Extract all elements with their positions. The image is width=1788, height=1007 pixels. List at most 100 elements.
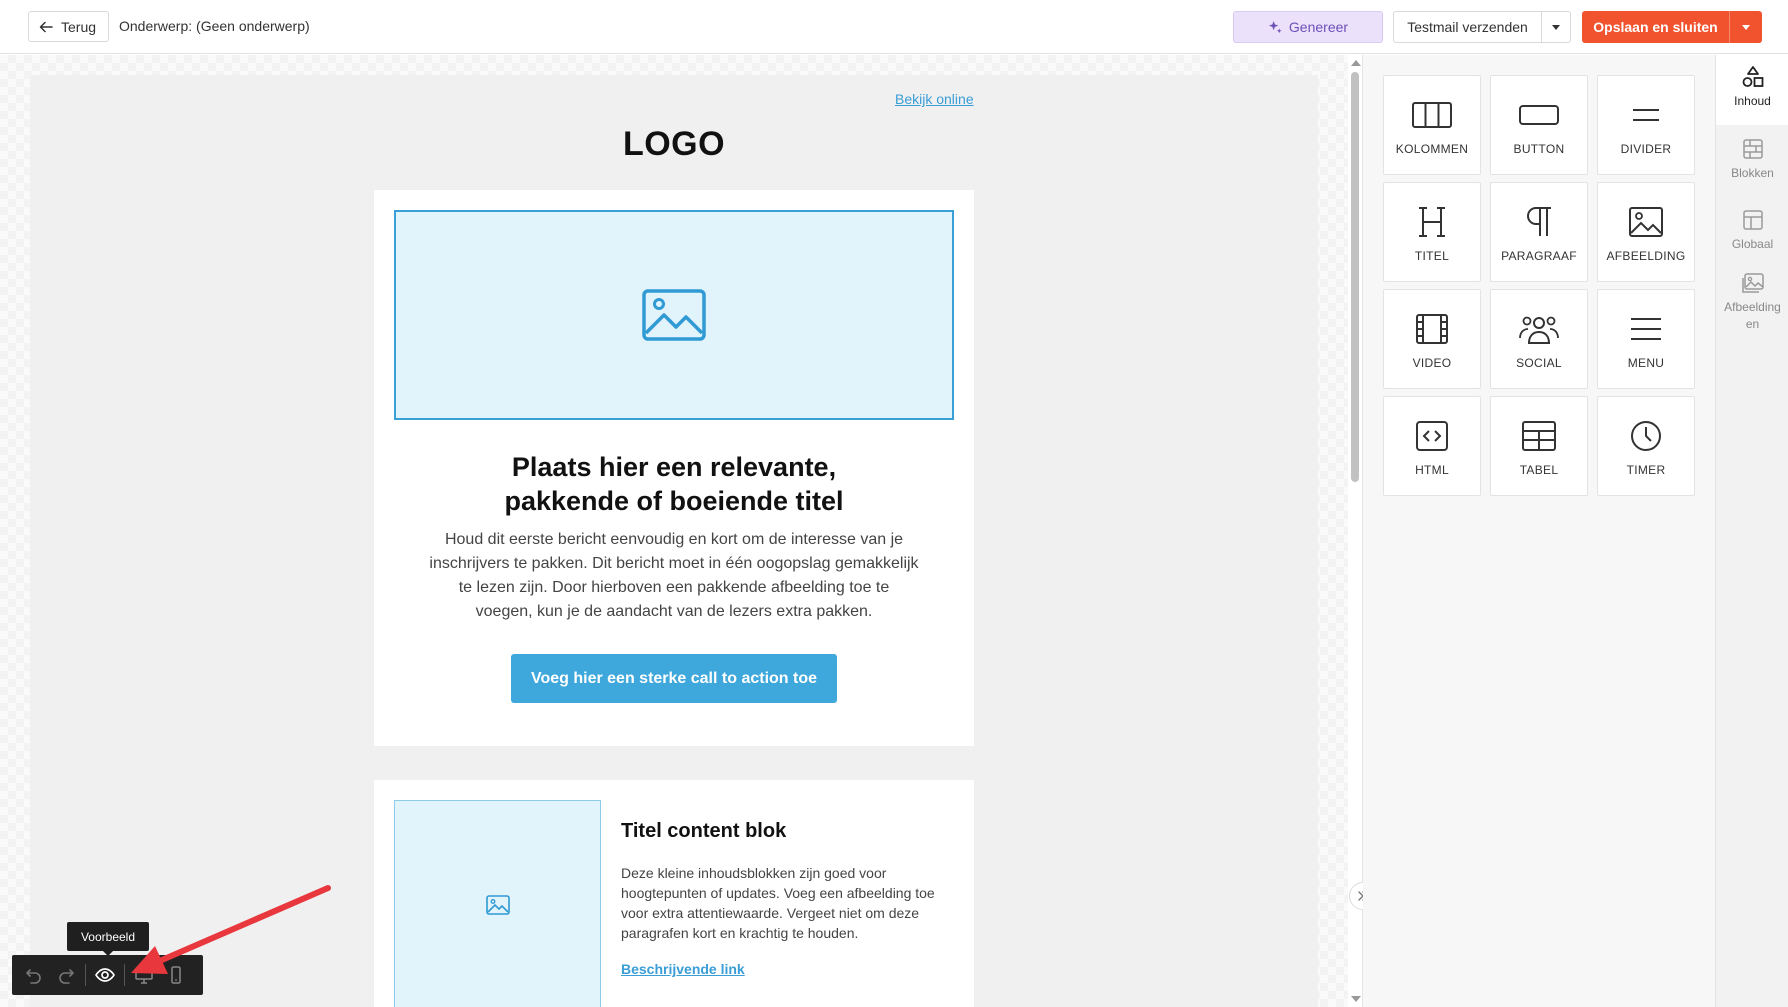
hero-title-line-2: pakkende of boeiende titel [504, 486, 844, 516]
tile-label: TIMER [1626, 463, 1666, 477]
content-panel: KOLOMMEN BUTTON DIVIDER TITEL PARAGRAAF … [1363, 55, 1715, 1007]
video-icon [1416, 314, 1448, 344]
desktop-view-button[interactable] [128, 955, 160, 995]
tile-label: MENU [1627, 356, 1665, 370]
tile-timer[interactable]: TIMER [1597, 396, 1695, 496]
tile-menu[interactable]: MENU [1597, 289, 1695, 389]
clock-icon [1631, 421, 1661, 451]
scrollbar-thumb[interactable] [1351, 72, 1359, 482]
editor-canvas: Bekijk online LOGO Plaats hier een relev… [0, 55, 1348, 1007]
content-block-title[interactable]: Titel content blok [621, 820, 786, 843]
menu-icon [1631, 318, 1661, 340]
rail-label: Globaal [1731, 237, 1774, 251]
bricks-icon [1742, 139, 1763, 159]
tile-button[interactable]: BUTTON [1490, 75, 1588, 175]
descriptive-link[interactable]: Beschrijvende link [621, 961, 745, 977]
image-icon [642, 289, 706, 341]
mobile-view-button[interactable] [160, 955, 192, 995]
bottom-toolbar [12, 955, 203, 995]
heading-icon [1419, 207, 1445, 237]
tile-label: VIDEO [1412, 356, 1452, 370]
test-mail-button-group: Testmail verzenden [1393, 11, 1571, 43]
content-block[interactable]: Titel content blok Deze kleine inhoudsbl… [374, 780, 974, 1007]
undo-button[interactable] [18, 955, 50, 995]
content-image-placeholder[interactable] [394, 800, 601, 1007]
rail-label: Afbeelding en [1724, 300, 1781, 331]
hero-paragraph[interactable]: Houd dit eerste bericht eenvoudig en kor… [429, 528, 919, 624]
image-icon [485, 895, 510, 915]
tile-paragraph[interactable]: PARAGRAAF [1490, 182, 1588, 282]
eye-icon [95, 968, 115, 982]
save-dropdown[interactable] [1730, 11, 1762, 43]
rail-item-globaal[interactable]: Globaal [1716, 208, 1788, 268]
email-logo[interactable]: LOGO [374, 125, 974, 164]
top-bar: Terug Onderwerp: (Geen onderwerp) Genere… [0, 0, 1788, 54]
desktop-icon [135, 967, 153, 984]
generate-button[interactable]: Genereer [1233, 11, 1383, 43]
redo-icon [59, 969, 74, 984]
divider-icon [1633, 109, 1659, 121]
mobile-icon [171, 966, 181, 984]
code-icon [1416, 421, 1448, 451]
tile-title[interactable]: TITEL [1383, 182, 1481, 282]
content-block-paragraph[interactable]: Deze kleine inhoudsblokken zijn goed voo… [621, 863, 941, 943]
tile-label: TITEL [1414, 249, 1450, 263]
columns-icon [1412, 102, 1452, 128]
scroll-down-arrow[interactable] [1351, 996, 1361, 1002]
subject-label[interactable]: Onderwerp: (Geen onderwerp) [119, 18, 310, 34]
social-icon [1519, 316, 1559, 344]
tile-label: BUTTON [1513, 142, 1565, 156]
chevron-down-icon [1742, 24, 1750, 30]
undo-icon [26, 969, 41, 984]
tile-image[interactable]: AFBEELDING [1597, 182, 1695, 282]
right-rail: Inhoud Blokken Globaal Afbeelding en [1715, 55, 1788, 1007]
tile-html[interactable]: HTML [1383, 396, 1481, 496]
tile-social[interactable]: SOCIAL [1490, 289, 1588, 389]
tile-label: SOCIAL [1516, 356, 1562, 370]
scroll-up-arrow[interactable] [1351, 60, 1361, 66]
preview-button[interactable] [89, 955, 121, 995]
tile-columns[interactable]: KOLOMMEN [1383, 75, 1481, 175]
paragraph-icon [1527, 207, 1551, 236]
save-button-group: Opslaan en sluiten [1582, 11, 1762, 43]
button-icon [1519, 105, 1559, 125]
hero-title[interactable]: Plaats hier een relevante, pakkende of b… [414, 450, 934, 518]
table-icon [1522, 421, 1556, 451]
hero-title-line-1: Plaats hier een relevante, [511, 452, 837, 482]
rail-label: Inhoud [1734, 94, 1771, 108]
tile-label: AFBEELDING [1606, 249, 1686, 263]
arrow-left-icon [39, 21, 53, 32]
rail-item-inhoud[interactable]: Inhoud [1716, 55, 1788, 125]
view-online-link[interactable]: Bekijk online [895, 91, 974, 107]
tile-label: KOLOMMEN [1395, 142, 1469, 156]
back-button[interactable]: Terug [28, 11, 110, 42]
preview-tooltip: Voorbeeld [67, 922, 149, 956]
tile-table[interactable]: TABEL [1490, 396, 1588, 496]
image-icon [1629, 207, 1663, 237]
test-mail-button[interactable]: Testmail verzenden [1394, 12, 1542, 42]
sparkle-icon [1268, 20, 1282, 33]
tile-label: TABEL [1519, 463, 1559, 477]
test-mail-dropdown[interactable] [1542, 12, 1570, 42]
toolbar-separator [85, 964, 86, 986]
rail-item-afbeeldingen[interactable]: Afbeelding en [1716, 271, 1788, 341]
tile-video[interactable]: VIDEO [1383, 289, 1481, 389]
rail-item-blokken[interactable]: Blokken [1716, 137, 1788, 197]
back-label: Terug [61, 18, 97, 35]
chevron-down-icon [1552, 24, 1560, 30]
redo-button[interactable] [50, 955, 82, 995]
rail-label: Blokken [1731, 166, 1774, 180]
generate-label: Genereer [1288, 19, 1349, 35]
layout-icon [1742, 210, 1763, 230]
tile-divider[interactable]: DIVIDER [1597, 75, 1695, 175]
tile-label: HTML [1415, 463, 1449, 477]
images-icon [1741, 273, 1764, 293]
cta-button[interactable]: Voeg hier een sterke call to action toe [511, 654, 837, 703]
hero-block[interactable]: Plaats hier een relevante, pakkende of b… [374, 190, 974, 746]
save-and-close-button[interactable]: Opslaan en sluiten [1582, 11, 1730, 43]
tile-label: DIVIDER [1620, 142, 1672, 156]
toolbar-separator [124, 964, 125, 986]
tile-label: PARAGRAAF [1501, 249, 1577, 263]
hero-image-placeholder[interactable] [394, 210, 954, 420]
shapes-icon [1742, 66, 1763, 87]
